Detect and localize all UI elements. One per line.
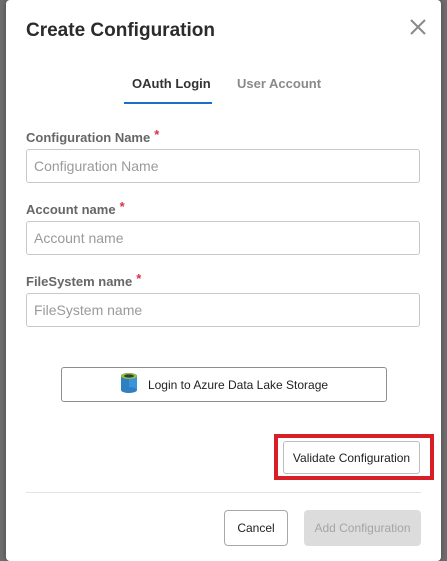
active-tab-indicator	[124, 102, 212, 104]
required-marker: *	[119, 199, 125, 214]
account-name-input[interactable]	[26, 221, 420, 255]
filesystem-name-label: FileSystem name *	[26, 271, 142, 289]
required-marker: *	[136, 271, 142, 286]
tab-user-account[interactable]: User Account	[237, 76, 321, 91]
add-configuration-button[interactable]: Add Configuration	[304, 510, 421, 546]
tab-bar: OAuth Login User Account	[6, 70, 441, 106]
dialog-title: Create Configuration	[26, 20, 215, 41]
account-name-label: Account name *	[26, 199, 125, 217]
create-configuration-dialog: Create Configuration OAuth Login User Ac…	[6, 0, 441, 561]
cancel-button[interactable]: Cancel	[224, 510, 288, 546]
azure-storage-icon	[120, 372, 138, 397]
footer-divider	[26, 492, 421, 493]
login-azure-data-lake-button[interactable]: Login to Azure Data Lake Storage	[61, 367, 387, 402]
configuration-name-input[interactable]	[26, 149, 420, 183]
validate-highlight-box: Validate Configuration	[274, 434, 434, 480]
login-button-label: Login to Azure Data Lake Storage	[147, 377, 329, 392]
tab-oauth-login[interactable]: OAuth Login	[132, 76, 211, 91]
validate-configuration-button[interactable]: Validate Configuration	[283, 441, 420, 474]
close-icon[interactable]	[407, 16, 429, 38]
required-marker: *	[154, 127, 160, 142]
configuration-name-label: Configuration Name *	[26, 127, 160, 145]
filesystem-name-input[interactable]	[26, 293, 420, 327]
